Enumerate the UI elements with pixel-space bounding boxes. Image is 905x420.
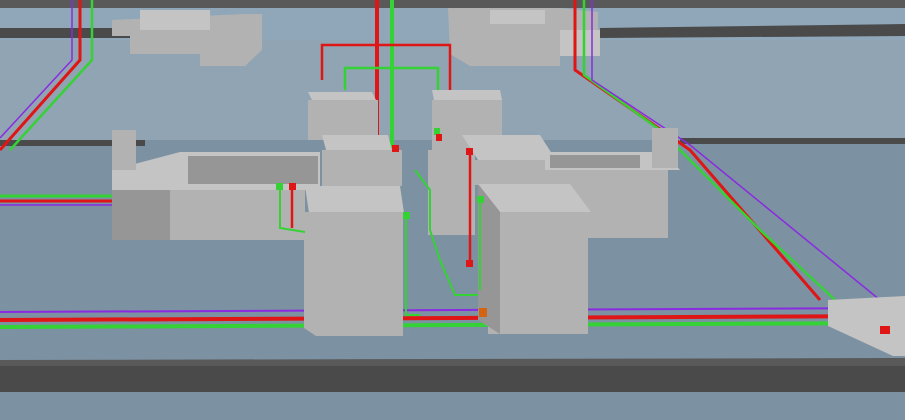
right-upper-box-top — [432, 90, 502, 100]
far-basin-right — [560, 30, 600, 56]
right-corner-valve — [880, 326, 890, 334]
left-mid-box-top — [322, 135, 392, 150]
cold-fitting-right — [477, 196, 484, 203]
hot-fitting-left — [289, 183, 296, 190]
far-slab-left — [0, 28, 130, 38]
front-right-cabinet-body — [488, 212, 588, 334]
right-mid-box — [428, 150, 475, 235]
front-slab-face — [0, 366, 905, 392]
left-tub-basin — [188, 156, 318, 184]
left-upper-box-top — [308, 92, 376, 100]
front-left-cabinet-top — [305, 186, 404, 213]
hot-fitting-upper — [436, 134, 442, 141]
left-tub-wall — [112, 130, 136, 170]
cold-fitting-upper — [434, 128, 440, 135]
cold-fitting-left — [276, 183, 283, 190]
far-fixture-right-top — [490, 10, 545, 24]
right-tub-wall — [652, 128, 678, 168]
right-mid-box-front — [470, 160, 556, 185]
front-left-cabinet-body — [304, 212, 403, 336]
hot-fitting-center — [392, 145, 399, 152]
cold-fitting-center — [403, 212, 410, 219]
orange-fitting — [479, 308, 487, 317]
far-fixture-left-top — [140, 10, 210, 30]
hot-fitting-right-top — [466, 148, 473, 155]
left-tub-side — [112, 190, 170, 240]
right-tub-basin — [550, 155, 640, 168]
right-mid-box-top — [462, 135, 556, 160]
plumbing-3d-scene — [0, 0, 905, 420]
left-mid-box — [322, 150, 402, 186]
hot-fitting-right-bottom — [466, 260, 473, 267]
mid-slab-right — [680, 138, 905, 144]
far-slab-top — [0, 0, 905, 8]
left-tub-front — [170, 190, 305, 240]
left-upper-box — [308, 100, 378, 140]
